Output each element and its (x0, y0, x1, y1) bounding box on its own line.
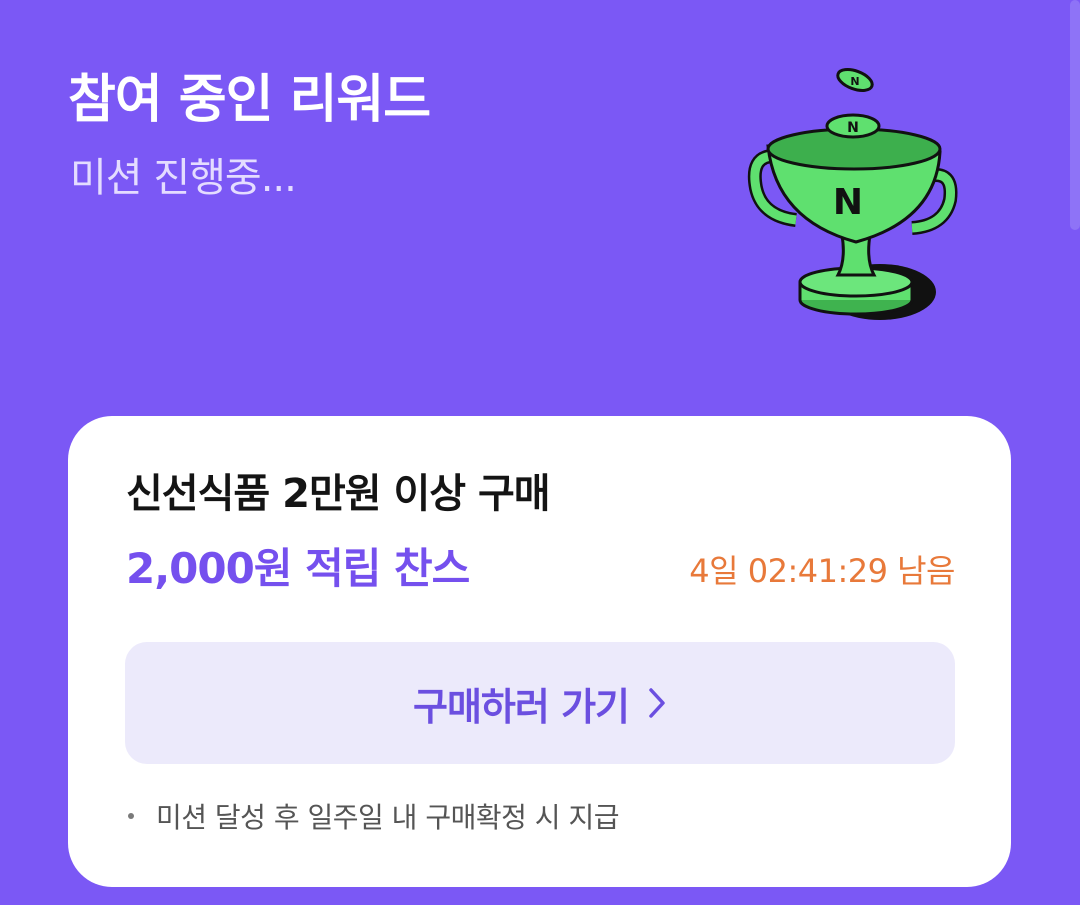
go-purchase-button[interactable]: 구매하러 가기 (125, 642, 955, 764)
reward-text: 2,000원 적립 찬스 (126, 544, 470, 593)
mission-title: 신선식품 2만원 이상 구매 (126, 471, 551, 517)
go-purchase-label: 구매하러 가기 (413, 684, 630, 729)
trophy-icon: N N N (747, 68, 958, 320)
page-title: 참여 중인 리워드 (68, 70, 431, 130)
page-subtitle: 미션 진행중... (70, 155, 297, 201)
scrollbar[interactable] (1070, 0, 1080, 230)
chevron-right-icon (649, 688, 665, 718)
footnote: 미션 달성 후 일주일 내 구매확정 시 지급 (128, 796, 619, 836)
coin-symbol: N (850, 75, 859, 88)
footnote-text: 미션 달성 후 일주일 내 구매확정 시 지급 (156, 801, 619, 834)
bullet-dot (128, 813, 134, 819)
mission-card: 신선식품 2만원 이상 구매 2,000원 적립 찬스 4일 02:41:29 … (68, 416, 1011, 887)
countdown-timer: 4일 02:41:29 남음 (689, 552, 955, 590)
coin-symbol: N (833, 182, 863, 223)
coin-symbol: N (847, 120, 859, 136)
